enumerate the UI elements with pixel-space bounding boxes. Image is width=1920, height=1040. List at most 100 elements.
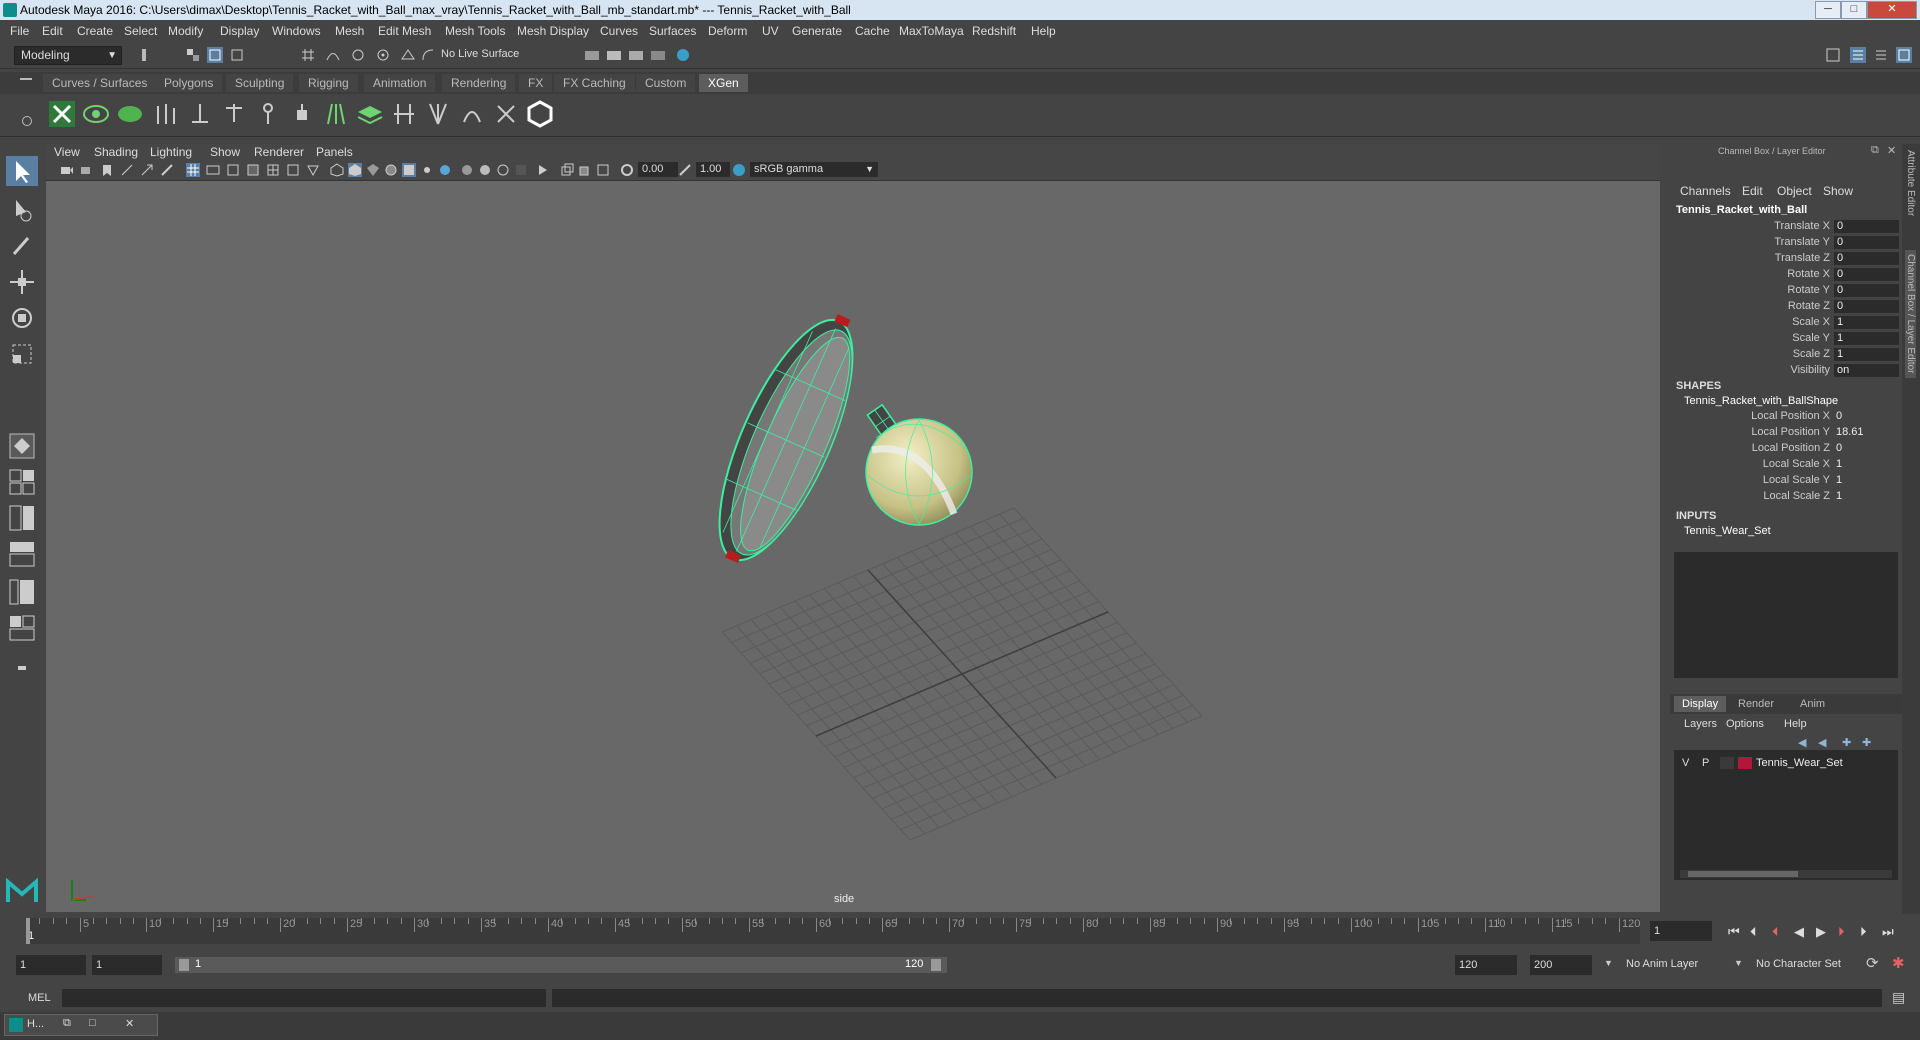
layer-menu-layers[interactable]: Layers <box>1684 718 1717 730</box>
range-slider[interactable]: 1 120 <box>175 957 947 973</box>
depth-of-field-icon[interactable] <box>514 163 528 177</box>
grease-pencil-icon[interactable] <box>160 163 174 177</box>
layer-tab-display[interactable]: Display <box>1674 696 1727 712</box>
bookmark-icon[interactable] <box>100 163 114 177</box>
snap-view-icon[interactable] <box>375 47 391 63</box>
xgen-add-guide-icon[interactable] <box>186 100 214 128</box>
playback-start-field[interactable]: 1 <box>92 955 162 975</box>
shape-name[interactable]: Tennis_Racket_with_BallShape <box>1684 395 1838 407</box>
shelf-tab-xgen[interactable]: XGen <box>699 74 748 92</box>
wireframe-icon[interactable] <box>330 163 344 177</box>
anim-layer-dropdown[interactable]: No Anim Layer <box>1626 958 1698 970</box>
time-slider[interactable]: 5 10 15 20 25 30 35 40 45 50 55 60 65 70 75 80 85 90 95 100… <box>26 918 1640 944</box>
menu-curves[interactable]: Curves <box>600 24 638 38</box>
image-plane-icon[interactable] <box>120 163 134 177</box>
resolution-gate-icon[interactable] <box>226 163 240 177</box>
wireframe-on-shaded-icon[interactable] <box>384 163 398 177</box>
layer-row[interactable]: V P Tennis_Wear_Set <box>1678 756 1894 772</box>
smooth-shade-icon[interactable] <box>348 163 362 177</box>
menu-mesh[interactable]: Mesh <box>335 24 364 38</box>
scene-start-field[interactable]: 1 <box>16 955 86 975</box>
two-d-pan-icon[interactable] <box>140 163 154 177</box>
current-frame-field[interactable]: 1 <box>1650 921 1712 941</box>
layer-display-type[interactable] <box>1720 757 1734 769</box>
attribute-editor-tab[interactable]: Attribute Editor <box>1905 150 1916 216</box>
channel-value[interactable]: 0 <box>1834 220 1899 233</box>
script-editor-icon[interactable]: ▤ <box>1892 989 1905 1006</box>
minimized-window[interactable]: H... ⧉ □ ✕ <box>4 1014 158 1036</box>
float-panel-icon[interactable]: ⧉ <box>1871 144 1879 157</box>
close-icon[interactable]: ✕ <box>125 1017 134 1030</box>
menu-mesh-tools[interactable]: Mesh Tools <box>445 24 505 38</box>
three-pane-layout-icon[interactable] <box>6 576 38 606</box>
menu-sets-icon[interactable] <box>140 47 156 63</box>
shadows-icon[interactable] <box>438 163 452 177</box>
menu-maxtomaya[interactable]: MaxToMaya <box>899 24 964 38</box>
close-panel-icon[interactable]: ✕ <box>1887 144 1896 157</box>
live-surface-label[interactable]: No Live Surface <box>441 48 519 60</box>
menu-edit-mesh[interactable]: Edit Mesh <box>378 24 431 38</box>
snap-curve-icon[interactable] <box>325 47 341 63</box>
step-forward-key-icon[interactable]: ⏵ <box>1838 924 1845 940</box>
shelf-tab-animation[interactable]: Animation <box>364 74 436 92</box>
channel-value[interactable]: 0 <box>1834 252 1899 265</box>
hypershade-icon[interactable] <box>650 47 666 63</box>
menu-windows[interactable]: Windows <box>272 24 321 38</box>
menu-deform[interactable]: Deform <box>708 24 747 38</box>
snap-surface-icon[interactable] <box>400 47 416 63</box>
playback-end-field[interactable]: 120 <box>1455 955 1517 975</box>
menu-create[interactable]: Create <box>77 24 113 38</box>
gamma-icon[interactable] <box>678 163 692 177</box>
channel-value[interactable]: 0 <box>1834 236 1899 249</box>
shelf-tab-polygons[interactable]: Polygons <box>155 74 223 92</box>
rotate-tool-icon[interactable] <box>6 302 38 332</box>
shape-channel-value[interactable]: 1 <box>1836 490 1842 502</box>
channel-value[interactable]: 0 <box>1834 268 1899 281</box>
shape-channel-value[interactable]: 1 <box>1836 474 1842 486</box>
gamma-field[interactable]: 1.00 <box>696 162 730 177</box>
menu-surfaces[interactable]: Surfaces <box>649 24 696 38</box>
safe-action-icon[interactable] <box>286 163 300 177</box>
xgen-normalize-icon[interactable] <box>322 100 350 128</box>
command-input[interactable] <box>62 989 546 1007</box>
xgen-create-description-icon[interactable] <box>116 100 144 128</box>
channel-value[interactable]: 0 <box>1834 284 1899 297</box>
viewport-panel[interactable]: side <box>46 144 1660 912</box>
custom-layout-icon[interactable] <box>6 652 38 682</box>
camera-icon[interactable] <box>60 163 74 177</box>
default-material-icon[interactable] <box>366 163 380 177</box>
color-management-icon[interactable] <box>732 163 746 177</box>
snap-grid-icon[interactable] <box>300 47 316 63</box>
menu-edit[interactable]: Edit <box>42 24 63 38</box>
shape-channel-value[interactable]: 0 <box>1836 410 1842 422</box>
xgen-bend-icon[interactable] <box>458 100 486 128</box>
menu-redshift[interactable]: Redshift <box>972 24 1016 38</box>
channel-value[interactable]: 1 <box>1834 316 1899 329</box>
layer-playback-toggle[interactable]: P <box>1702 757 1709 769</box>
xgen-lock-guide-icon[interactable] <box>254 100 282 128</box>
tool-settings-toggle-icon[interactable] <box>1873 47 1889 63</box>
attribute-editor-toggle-icon[interactable] <box>1850 47 1866 63</box>
snap-point-icon[interactable] <box>350 47 366 63</box>
menu-display[interactable]: Display <box>220 24 259 38</box>
vp-menu-view[interactable]: View <box>54 145 80 159</box>
two-pane-layout-icon[interactable] <box>6 502 38 532</box>
film-gate-icon[interactable] <box>206 163 220 177</box>
input-name[interactable]: Tennis_Wear_Set <box>1684 525 1771 537</box>
channel-box-tab[interactable]: Channel Box / Layer Editor <box>1905 250 1916 378</box>
xgen-sculpt-guide-icon[interactable] <box>220 100 248 128</box>
maximize-icon[interactable]: □ <box>89 1017 96 1029</box>
current-time-marker[interactable] <box>26 918 30 944</box>
play-forward-icon[interactable]: ▶ <box>1816 924 1826 940</box>
new-layer-icon[interactable]: ✚ <box>1842 736 1851 749</box>
vp-menu-renderer[interactable]: Renderer <box>254 145 304 159</box>
layer-scrollbar[interactable] <box>1680 870 1892 878</box>
shape-channel-value[interactable]: 18.61 <box>1836 426 1864 438</box>
render-frame-icon[interactable] <box>584 47 600 63</box>
menu-file[interactable]: File <box>10 24 29 38</box>
layer-menu-help[interactable]: Help <box>1784 718 1807 730</box>
layer-menu-options[interactable]: Options <box>1726 718 1764 730</box>
xgen-layers-icon[interactable] <box>356 100 384 128</box>
mode-dropdown[interactable]: Modeling ▼ <box>14 46 122 65</box>
isolate-select-icon[interactable] <box>536 163 550 177</box>
